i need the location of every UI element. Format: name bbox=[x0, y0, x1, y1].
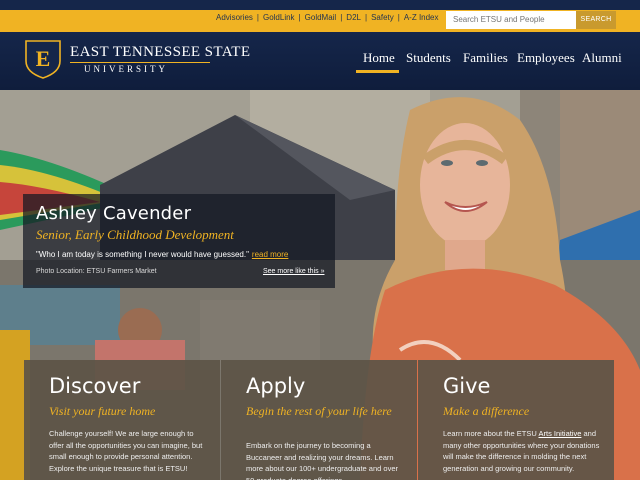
nav-active-indicator bbox=[356, 70, 399, 73]
nav-employees[interactable]: Employees bbox=[517, 50, 575, 66]
shield-logo-icon: E bbox=[25, 40, 61, 79]
arts-initiative-link[interactable]: Arts Initiative bbox=[538, 429, 581, 438]
separator: | bbox=[340, 13, 343, 22]
feature-body: Embark on the journey to becoming a Bucc… bbox=[246, 441, 398, 480]
feature-apply[interactable]: Apply Begin the rest of your life here E… bbox=[221, 360, 417, 480]
give-body-pre: Learn more about the ETSU bbox=[443, 429, 539, 438]
feature-boxes: Discover Visit your future home Challeng… bbox=[24, 360, 616, 480]
nav-home[interactable]: Home bbox=[363, 50, 395, 66]
student-name: Ashley Cavender bbox=[36, 203, 192, 224]
photo-location: Photo Location: ETSU Farmers Market bbox=[36, 268, 157, 275]
feature-body: Challenge yourself! We are large enough … bbox=[49, 429, 203, 473]
utility-bar: Advisories | GoldLink | GoldMail | D2L | Safety |… bbox=[0, 0, 640, 32]
feature-subheading: Visit your future home bbox=[49, 404, 156, 418]
nav-students[interactable]: Students bbox=[406, 50, 451, 66]
utility-link-d2l[interactable]: D2L bbox=[346, 13, 361, 22]
site-header: E EAST TENNESSEE STATE UNIVERSITY Home S… bbox=[0, 32, 640, 90]
feature-body: Learn more about the ETSU Arts Initiativ… bbox=[443, 428, 603, 474]
read-more-link[interactable]: read more bbox=[252, 250, 288, 259]
see-more-link[interactable]: See more like this » bbox=[263, 268, 324, 275]
logo-line2: UNIVERSITY bbox=[84, 64, 168, 74]
feature-heading: Discover bbox=[49, 374, 141, 398]
feature-heading: Apply bbox=[246, 374, 306, 398]
utility-link-goldmail[interactable]: GoldMail bbox=[305, 13, 337, 22]
feature-discover[interactable]: Discover Visit your future home Challeng… bbox=[24, 360, 220, 480]
utility-links: Advisories | GoldLink | GoldMail | D2L | Safety |… bbox=[216, 13, 439, 22]
separator: | bbox=[256, 13, 259, 22]
student-quote: "Who I am today is something I never wou… bbox=[36, 250, 288, 259]
nav-families[interactable]: Families bbox=[463, 50, 508, 66]
story-caption: Ashley Cavender Senior, Early Childhood … bbox=[23, 194, 335, 288]
university-logo[interactable]: E EAST TENNESSEE STATE UNIVERSITY bbox=[24, 39, 250, 83]
utility-link-goldlink[interactable]: GoldLink bbox=[263, 13, 295, 22]
logo-rule bbox=[70, 62, 210, 63]
utility-link-advisories[interactable]: Advisories bbox=[216, 13, 253, 22]
feature-subheading: Begin the rest of your life here bbox=[246, 404, 392, 418]
nav-alumni[interactable]: Alumni bbox=[582, 50, 622, 66]
search-input[interactable] bbox=[446, 11, 576, 29]
separator: | bbox=[298, 13, 301, 22]
student-title: Senior, Early Childhood Development bbox=[36, 227, 234, 242]
logo-line1: EAST TENNESSEE STATE bbox=[70, 44, 251, 60]
feature-give[interactable]: Give Make a difference Learn more about … bbox=[418, 360, 614, 480]
separator: | bbox=[364, 13, 368, 22]
utility-link-az-index[interactable]: A-Z Index bbox=[404, 13, 439, 22]
feature-subheading: Make a difference bbox=[443, 404, 530, 418]
separator: | bbox=[397, 13, 400, 22]
quote-text: "Who I am today is something I never wou… bbox=[36, 250, 249, 259]
utility-link-safety[interactable]: Safety bbox=[371, 13, 394, 22]
hero-banner: Ashley Cavender Senior, Early Childhood … bbox=[0, 90, 640, 480]
search-button[interactable]: SEARCH bbox=[576, 11, 616, 29]
feature-heading: Give bbox=[443, 374, 491, 398]
logo-letter: E bbox=[36, 46, 51, 71]
